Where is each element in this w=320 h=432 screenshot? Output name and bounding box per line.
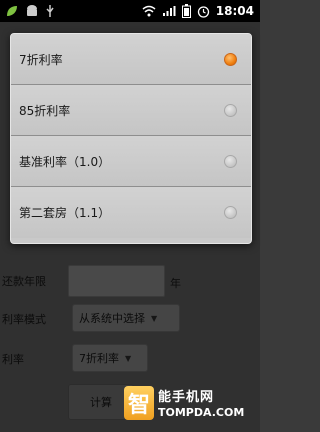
radio-unchecked-icon[interactable] — [224, 154, 237, 168]
alarm-icon — [197, 5, 209, 18]
watermark: 智 能手机网 TOMPDA.COM — [124, 384, 256, 428]
option-label: 85折利率 — [19, 103, 71, 118]
leaf-icon — [7, 6, 17, 16]
rate-selection-dialog: 7折利率 85折利率 基准利率（1.0） 第二套房（1.1） — [10, 33, 252, 244]
option-label: 第二套房（1.1） — [19, 206, 111, 220]
radio-unchecked-icon[interactable] — [224, 103, 237, 117]
watermark-logo: 智 — [124, 386, 154, 420]
dialog-option[interactable]: 基准利率（1.0） — [11, 136, 251, 187]
usb-icon — [46, 5, 54, 17]
dialog-option[interactable]: 7折利率 — [11, 34, 251, 85]
status-bar: 18:04 — [0, 0, 260, 22]
watermark-title: 能手机网 — [158, 390, 215, 405]
android-icon — [27, 5, 37, 16]
watermark-url: TOMPDA.COM — [158, 406, 245, 419]
option-label: 7折利率 — [19, 52, 63, 67]
radio-unchecked-icon[interactable] — [224, 206, 237, 219]
signal-icon — [162, 6, 176, 16]
radio-checked-icon[interactable] — [224, 52, 237, 66]
option-label: 基准利率（1.0） — [19, 154, 111, 169]
wifi-icon — [142, 5, 156, 17]
dialog-option[interactable]: 第二套房（1.1） — [11, 187, 251, 238]
status-time: 18:04 — [215, 4, 254, 18]
battery-icon — [181, 4, 191, 18]
dialog-option[interactable]: 85折利率 — [11, 85, 251, 136]
